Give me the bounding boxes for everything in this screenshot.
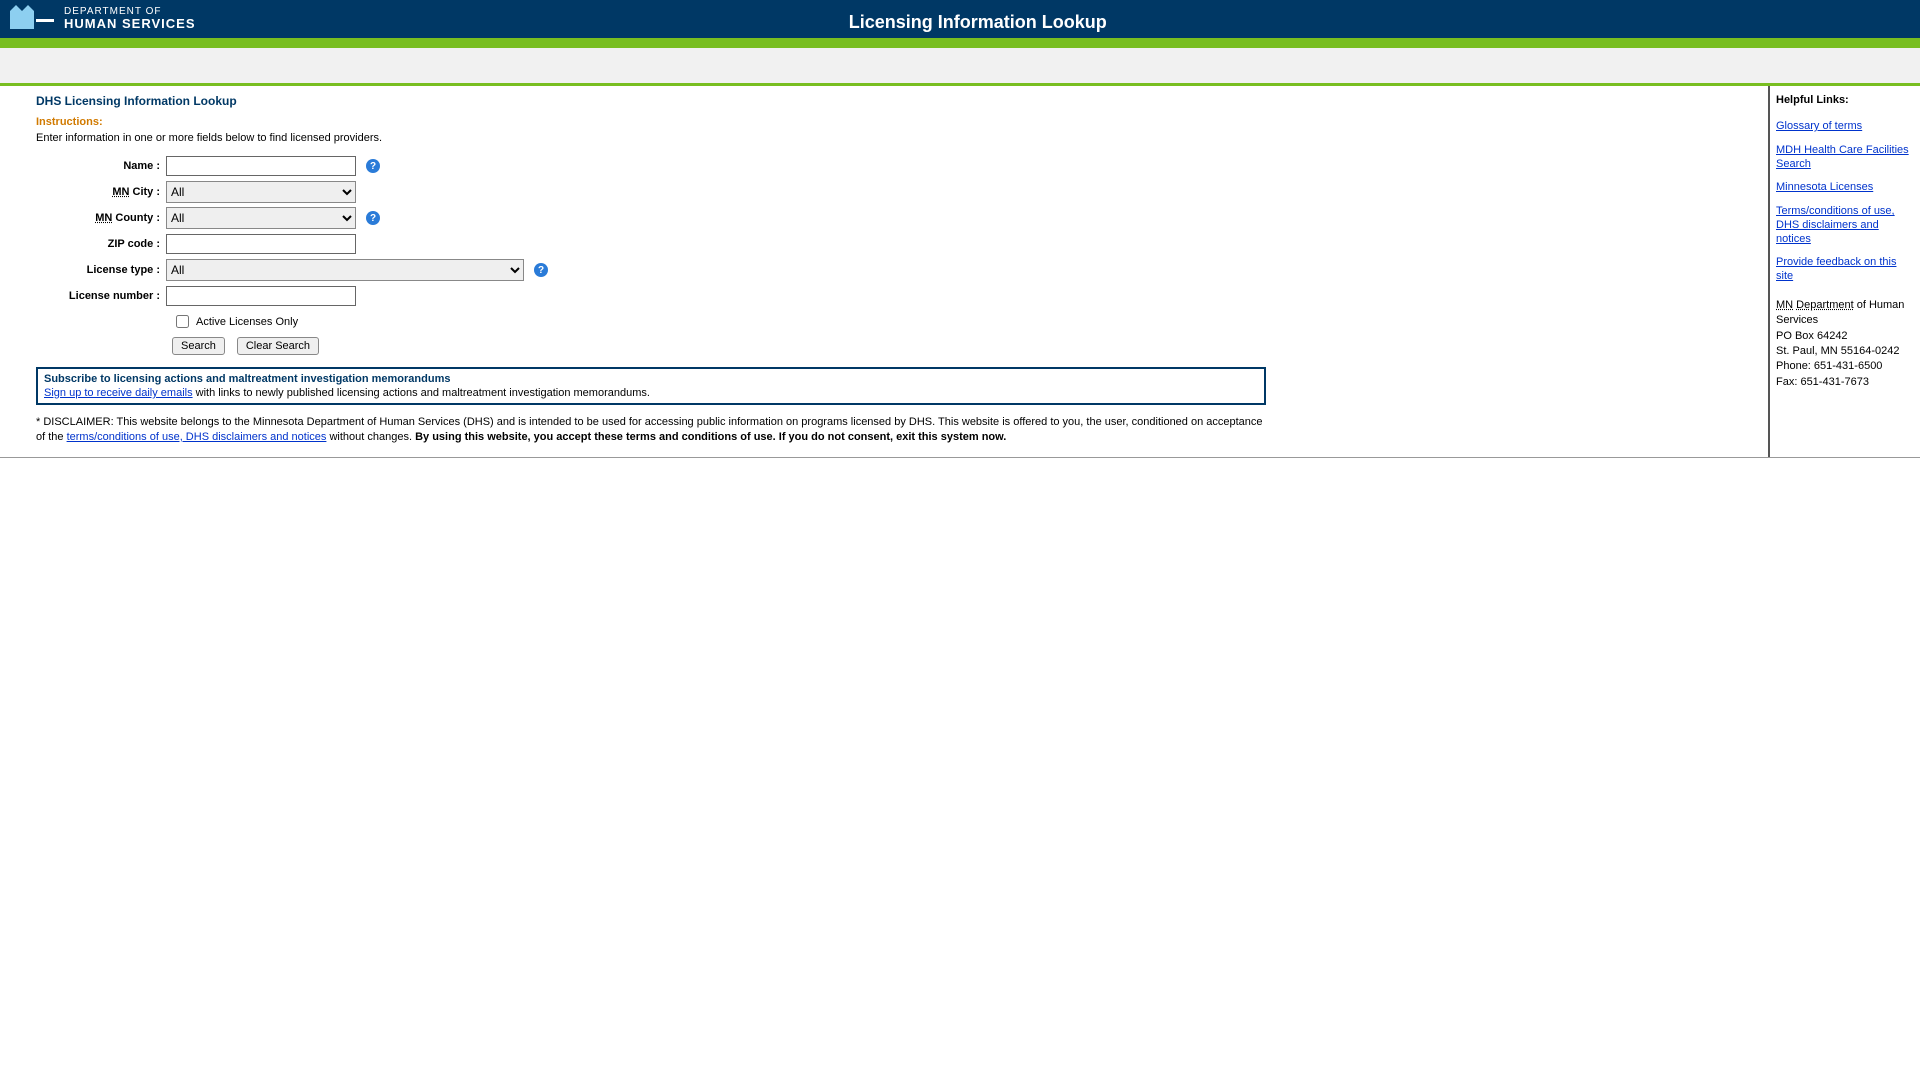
name-label: Name : [36,160,166,172]
mn-abbr: MN [95,212,112,224]
clear-search-button[interactable]: Clear Search [237,337,319,355]
nav-stripe [0,48,1920,86]
link-glossary[interactable]: Glossary of terms [1776,120,1914,134]
license-number-input[interactable] [166,286,356,306]
mn-abbr: MN [1776,299,1793,311]
subscribe-box: Subscribe to licensing actions and maltr… [36,367,1266,405]
contact-address: MN Department of Human Services PO Box 6… [1776,298,1914,390]
header-bar: DEPARTMENT OF HUMAN SERVICES Licensing I… [0,0,1920,38]
help-icon[interactable]: ? [366,159,380,173]
search-button[interactable]: Search [172,337,225,355]
mn-abbr: MN [112,186,129,198]
sidebar: Helpful Links: Glossary of terms MDH Hea… [1770,86,1920,457]
logo-text-line2: HUMAN SERVICES [64,17,196,31]
page-title: Licensing Information Lookup [196,6,1910,33]
instructions-heading: Instructions: [36,116,1760,128]
instructions-text: Enter information in one or more fields … [36,132,1760,144]
active-only-label: Active Licenses Only [196,316,298,328]
county-select[interactable]: All [166,207,356,229]
license-type-select[interactable]: All [166,259,524,281]
dept-abbr: Department [1796,299,1853,311]
logo: DEPARTMENT OF HUMAN SERVICES [10,5,196,33]
city-label: MN City : [36,186,166,198]
link-mn-licenses[interactable]: Minnesota Licenses [1776,181,1914,195]
disclaimer-text: * DISCLAIMER: This website belongs to th… [36,415,1266,445]
accent-bar [0,38,1920,48]
link-feedback[interactable]: Provide feedback on this site [1776,256,1914,284]
zip-label: ZIP code : [36,238,166,250]
subscribe-text: Sign up to receive daily emails with lin… [44,387,1258,399]
link-terms[interactable]: Terms/conditions of use, DHS disclaimers… [1776,205,1914,246]
link-mdh-search[interactable]: MDH Health Care Facilities Search [1776,144,1914,172]
subscribe-signup-link[interactable]: Sign up to receive daily emails [44,387,193,399]
county-label: MN County : [36,212,166,224]
main-panel: DHS Licensing Information Lookup Instruc… [0,86,1770,457]
license-number-label: License number : [36,290,166,302]
disclaimer-terms-link[interactable]: terms/conditions of use, DHS disclaimers… [67,431,327,443]
help-icon[interactable]: ? [366,211,380,225]
search-form: Name : ? MN City : All MN County : [36,154,1760,355]
zip-input[interactable] [166,234,356,254]
mn-logo-icon [10,5,54,33]
city-select[interactable]: All [166,181,356,203]
page-heading: DHS Licensing Information Lookup [36,94,1760,108]
name-input[interactable] [166,156,356,176]
sidebar-heading: Helpful Links: [1776,94,1914,106]
help-icon[interactable]: ? [534,263,548,277]
subscribe-title: Subscribe to licensing actions and maltr… [44,373,1258,385]
active-only-checkbox[interactable] [176,315,189,328]
license-type-label: License type : [36,264,166,276]
